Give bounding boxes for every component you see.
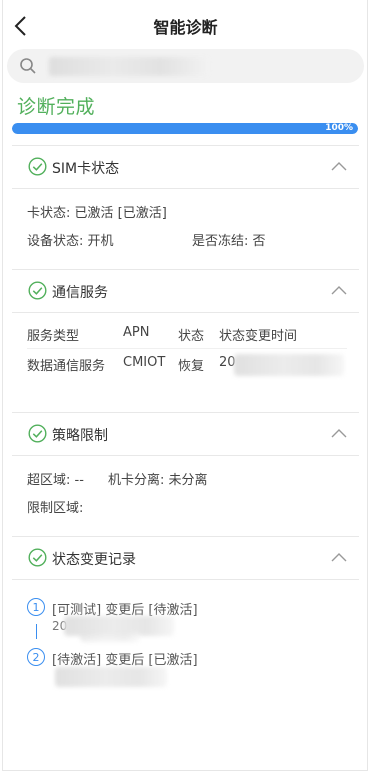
card-status: 卡状态: 已激活 [已激活]: [27, 206, 167, 221]
chevron-up-icon[interactable]: [331, 552, 347, 562]
chevron-up-icon[interactable]: [331, 428, 347, 438]
column-header: 状态变更时间: [219, 329, 298, 344]
card-separation: 机卡分离: 未分离: [108, 473, 208, 488]
column-header: 状态: [178, 329, 205, 344]
step-number: 2: [27, 648, 45, 666]
timeline-connector: [36, 624, 37, 639]
limit-region: 限制区域:: [27, 501, 84, 516]
frozen-status: 是否冻结: 否: [192, 234, 266, 249]
section-title: SIM卡状态: [52, 161, 120, 177]
chevron-up-icon[interactable]: [331, 161, 347, 171]
section-title: 通信服务: [52, 285, 108, 301]
step-number: 1: [27, 598, 45, 616]
check-circle-icon: [28, 424, 47, 443]
search-icon: [20, 58, 36, 74]
section-title: 策略限制: [52, 428, 108, 444]
section-header-sim[interactable]: SIM卡状态: [12, 147, 359, 187]
table-divider: [27, 348, 347, 349]
device-status: 设备状态: 开机: [27, 234, 114, 249]
chevron-up-icon[interactable]: [331, 285, 347, 295]
progress-bar: 100%: [12, 123, 358, 134]
check-circle-icon: [28, 157, 47, 176]
step-text: [待激活] 变更后 [已激活]: [52, 653, 198, 668]
column-header: 服务类型: [27, 329, 80, 344]
divider: [12, 269, 359, 270]
divider: [12, 455, 359, 456]
divider: [12, 412, 359, 413]
section-header-policy[interactable]: 策略限制: [12, 414, 359, 454]
section-header-comm[interactable]: 通信服务: [12, 271, 359, 311]
column-header: APN: [123, 325, 150, 340]
divider: [12, 536, 359, 537]
divider: [12, 188, 359, 189]
table-cell-apn: CMIOT: [123, 355, 166, 370]
progress-fill: [12, 123, 358, 134]
check-circle-icon: [28, 281, 47, 300]
section-title: 状态变更记录: [52, 552, 136, 568]
search-input[interactable]: [47, 49, 351, 85]
table-cell-service-type: 数据通信服务: [27, 359, 106, 374]
divider: [12, 579, 359, 580]
section-header-history[interactable]: 状态变更记录: [12, 538, 359, 578]
search-bar[interactable]: [7, 49, 364, 85]
redacted-time: [234, 354, 344, 376]
diagnosis-status: 诊断完成: [17, 96, 96, 118]
table-cell-status: 恢复: [178, 359, 205, 374]
divider: [12, 145, 359, 146]
progress-text: 100%: [325, 123, 353, 133]
check-circle-icon: [28, 548, 47, 567]
out-of-region: 超区域: --: [27, 473, 84, 488]
redacted-time: [80, 632, 140, 642]
divider: [12, 312, 359, 313]
header: 智能诊断: [0, 0, 371, 52]
page-title: 智能诊断: [153, 18, 218, 37]
redacted-time: [55, 667, 167, 687]
